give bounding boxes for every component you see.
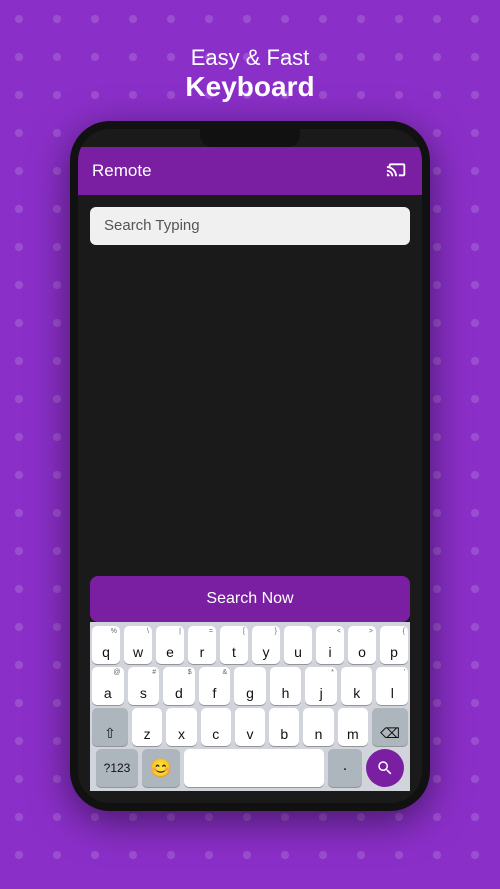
keyboard-row-3: ⇧ z x c v b n m ⌫ [92, 708, 408, 746]
key-u[interactable]: u [284, 626, 312, 664]
key-y[interactable]: }y [252, 626, 280, 664]
app-content: Search Typing Search Now %q \w |e =r [t … [78, 195, 422, 803]
key-a-sub: @ [113, 669, 120, 676]
key-j-sub: * [331, 669, 334, 676]
app-bar-title: Remote [92, 161, 152, 181]
key-a[interactable]: @a [92, 667, 124, 705]
key-x[interactable]: x [166, 708, 196, 746]
key-n[interactable]: n [303, 708, 333, 746]
key-h[interactable]: h [270, 667, 302, 705]
key-t[interactable]: [t [220, 626, 248, 664]
header-section: Easy & Fast Keyboard [185, 45, 314, 103]
key-z[interactable]: z [132, 708, 162, 746]
key-r-sub: = [209, 628, 213, 635]
key-q[interactable]: %q [92, 626, 120, 664]
search-input-wrapper[interactable]: Search Typing [90, 207, 410, 245]
key-p-sub: { [403, 628, 405, 635]
search-input-text: Search Typing [104, 217, 200, 234]
phone-mockup: Remote Search Typing Search Now %q \w |e… [70, 121, 430, 811]
key-w-sub: \ [147, 628, 149, 635]
key-123[interactable]: ?123 [96, 749, 138, 787]
key-space[interactable] [184, 749, 324, 787]
key-f-sub: & [223, 669, 228, 676]
key-p[interactable]: {p [380, 626, 408, 664]
header-subtitle: Easy & Fast [185, 45, 314, 71]
key-d[interactable]: $d [163, 667, 195, 705]
key-i-sub: < [337, 628, 341, 635]
content-spacer [90, 255, 410, 576]
key-backspace[interactable]: ⌫ [372, 708, 408, 746]
key-q-sub: % [111, 628, 117, 635]
search-now-button[interactable]: Search Now [90, 576, 410, 622]
key-i[interactable]: <i [316, 626, 344, 664]
key-b[interactable]: b [269, 708, 299, 746]
key-m[interactable]: m [338, 708, 368, 746]
phone-notch [200, 129, 300, 147]
app-bar: Remote [78, 147, 422, 195]
key-f[interactable]: &f [199, 667, 231, 705]
key-g[interactable]: g [234, 667, 266, 705]
key-r[interactable]: =r [188, 626, 216, 664]
key-w[interactable]: \w [124, 626, 152, 664]
key-e-sub: | [179, 628, 181, 635]
key-s-sub: # [152, 669, 156, 676]
key-o-sub: > [369, 628, 373, 635]
key-o[interactable]: >o [348, 626, 376, 664]
key-j[interactable]: *j [305, 667, 337, 705]
key-l-sub: ' [404, 669, 405, 676]
key-emoji[interactable]: 😊 [142, 749, 180, 787]
key-search[interactable] [366, 749, 404, 787]
key-k[interactable]: k [341, 667, 373, 705]
key-dot[interactable]: . [328, 749, 362, 787]
key-s[interactable]: #s [128, 667, 160, 705]
key-v[interactable]: v [235, 708, 265, 746]
key-y-sub: } [275, 628, 277, 635]
header-title: Keyboard [185, 71, 314, 103]
keyboard: %q \w |e =r [t }y u <i >o {p @a #s $d &f… [90, 622, 410, 791]
keyboard-row-2: @a #s $d &f g h *j k 'l [92, 667, 408, 705]
keyboard-bottom-row: ?123 😊 . [92, 749, 408, 787]
key-l[interactable]: 'l [376, 667, 408, 705]
key-shift[interactable]: ⇧ [92, 708, 128, 746]
key-e[interactable]: |e [156, 626, 184, 664]
keyboard-row-1: %q \w |e =r [t }y u <i >o {p [92, 626, 408, 664]
key-d-sub: $ [188, 669, 192, 676]
key-t-sub: [ [243, 628, 245, 635]
cast-icon[interactable] [386, 157, 408, 185]
key-c[interactable]: c [201, 708, 231, 746]
